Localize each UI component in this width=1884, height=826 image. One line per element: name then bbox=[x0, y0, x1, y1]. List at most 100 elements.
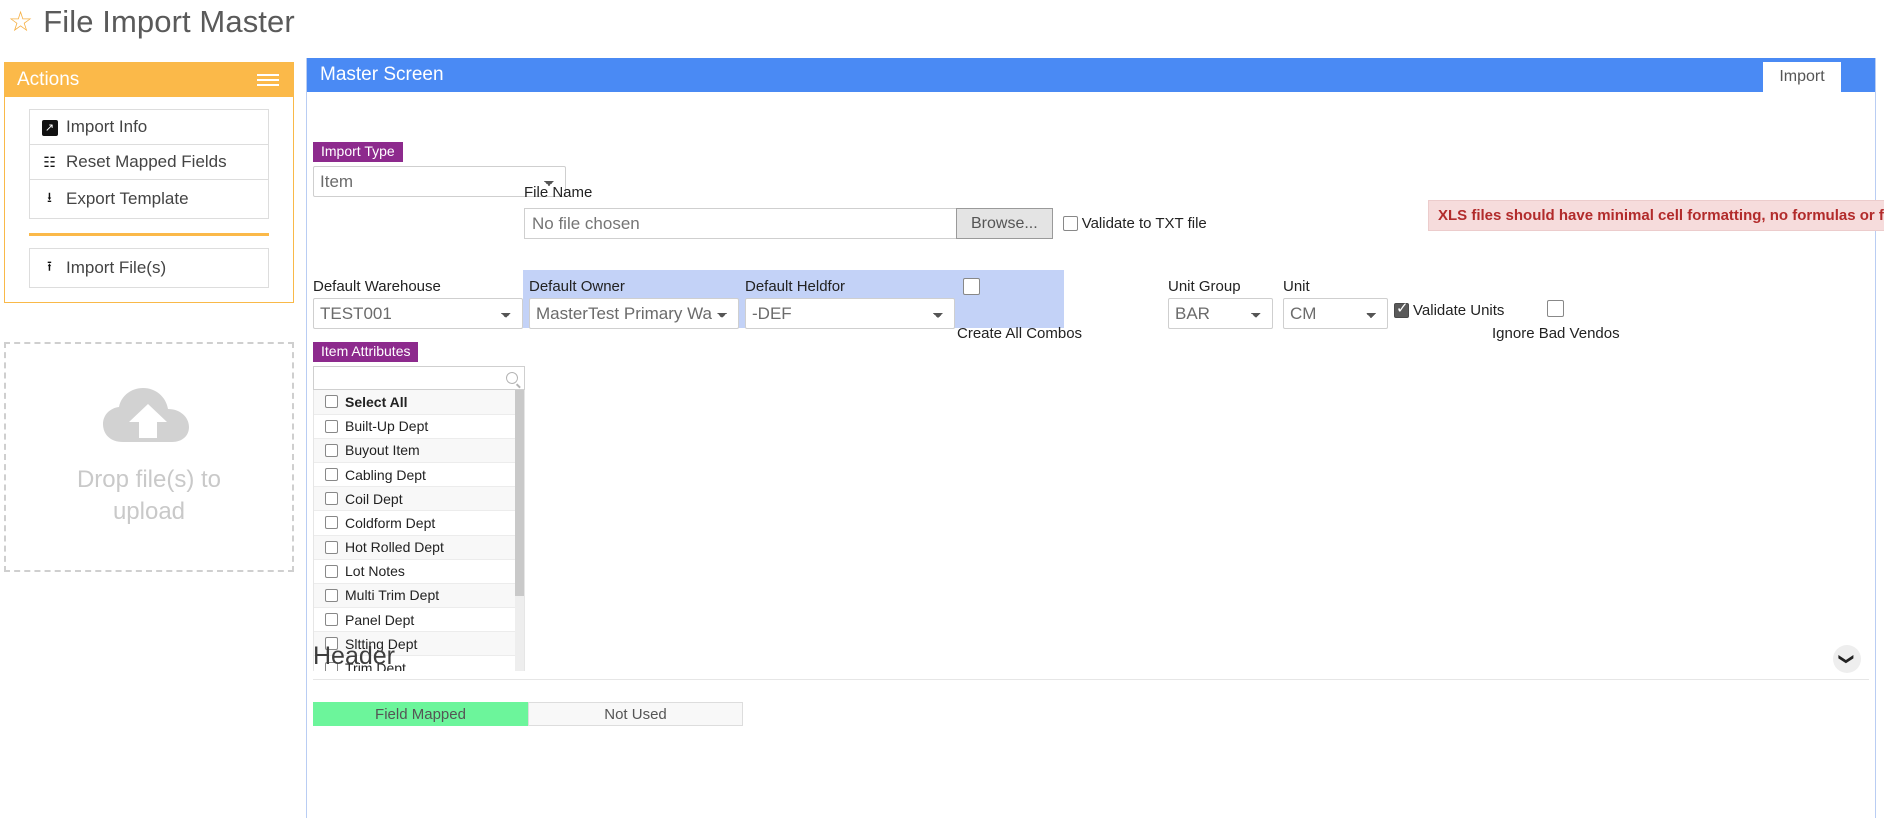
cloud-upload-icon bbox=[101, 386, 197, 444]
legend-label: Field Mapped bbox=[375, 705, 466, 723]
item-attribute-checkbox[interactable] bbox=[325, 492, 338, 506]
action-label: Reset Mapped Fields bbox=[66, 152, 227, 171]
validate-units-group: Validate Units bbox=[1394, 301, 1505, 319]
master-screen-panel: Master Screen Import Import Type Item Fi… bbox=[306, 58, 1884, 818]
actions-panel-header: Actions bbox=[5, 63, 293, 97]
item-attribute-checkbox[interactable] bbox=[325, 540, 338, 554]
file-name-input[interactable] bbox=[524, 208, 956, 239]
item-attributes-scrollbar[interactable] bbox=[515, 390, 524, 672]
item-attribute-label: Buyout Item bbox=[345, 442, 420, 459]
create-all-combos-label: Create All Combos bbox=[957, 325, 1083, 342]
ignore-bad-vendors-checkbox[interactable] bbox=[1547, 300, 1565, 317]
create-all-combos-checkbox[interactable] bbox=[963, 278, 980, 295]
unit-group-select[interactable]: BAR bbox=[1168, 298, 1273, 329]
owner-heldfor-highlight-group: Default Owner MasterTest Primary Warehou… bbox=[523, 270, 1082, 342]
header-section: Header ❯ Field Mapped Not Used bbox=[313, 642, 1869, 726]
item-attribute-row[interactable]: Multi Trim Dept bbox=[314, 583, 524, 609]
actions-divider bbox=[29, 233, 269, 236]
item-attribute-row[interactable]: Coldform Dept bbox=[314, 511, 524, 536]
item-attributes-panel: Item Attributes Select All Built-Up Dept B… bbox=[313, 342, 525, 672]
header-section-title: Header bbox=[313, 642, 395, 670]
file-dropzone[interactable]: Drop file(s) to upload bbox=[4, 342, 294, 572]
action-import-info[interactable]: ↗ Import Info bbox=[30, 110, 268, 145]
validate-txt-group: Validate to TXT file bbox=[1062, 208, 1207, 239]
page-title: ☆ File Import Master bbox=[8, 4, 295, 40]
item-attributes-tag: Item Attributes bbox=[313, 342, 419, 363]
default-owner-label: Default Owner bbox=[529, 278, 625, 295]
default-heldfor-label: Default Heldfor bbox=[745, 278, 846, 295]
item-attribute-checkbox[interactable] bbox=[325, 395, 338, 409]
validate-units-label: Validate Units bbox=[1413, 302, 1505, 319]
hamburger-icon[interactable] bbox=[257, 74, 279, 86]
item-attribute-row[interactable]: Coil Dept bbox=[314, 487, 524, 512]
ignore-bad-vendors-group: Ignore Bad Vendos bbox=[1492, 300, 1620, 342]
action-reset-mapped-fields[interactable]: ☷ Reset Mapped Fields bbox=[30, 145, 268, 180]
default-warehouse-select[interactable]: TEST001 bbox=[313, 298, 523, 329]
item-attribute-label: Lot Notes bbox=[345, 563, 405, 580]
actions-panel-body: ↗ Import Info ☷ Reset Mapped Fields ⭳ Ex… bbox=[5, 97, 293, 302]
external-link-icon: ↗ bbox=[40, 118, 59, 136]
item-attributes-search-input[interactable] bbox=[314, 368, 506, 389]
default-owner-group: Default Owner MasterTest Primary Warehou… bbox=[529, 278, 739, 329]
item-attribute-checkbox[interactable] bbox=[325, 443, 338, 457]
unit-group: Unit CM bbox=[1283, 278, 1388, 329]
legend-field-mapped[interactable]: Field Mapped bbox=[313, 702, 528, 726]
default-owner-select[interactable]: MasterTest Primary Warehouse bbox=[529, 298, 739, 329]
star-outline-icon[interactable]: ☆ bbox=[8, 8, 33, 36]
item-attribute-row[interactable]: Panel Dept bbox=[314, 608, 524, 633]
actions-panel: Actions ↗ Import Info ☷ Reset Mapped Fie… bbox=[4, 62, 294, 303]
item-attribute-row[interactable]: Built-Up Dept bbox=[314, 415, 524, 439]
download-icon: ⭳ bbox=[47, 189, 52, 205]
action-label: Import Info bbox=[66, 117, 148, 136]
unit-label: Unit bbox=[1283, 278, 1310, 295]
actions-header-label: Actions bbox=[17, 69, 80, 90]
browse-button-label: Browse... bbox=[971, 214, 1038, 232]
validate-txt-checkbox[interactable] bbox=[1062, 216, 1078, 231]
default-warehouse-group: Default Warehouse TEST001 bbox=[313, 278, 523, 329]
browse-button[interactable]: Browse... bbox=[956, 208, 1053, 239]
ignore-bad-vendors-label: Ignore Bad Vendos bbox=[1492, 325, 1620, 342]
dropzone-line1: Drop file(s) to bbox=[76, 465, 222, 493]
item-attribute-label: Built-Up Dept bbox=[345, 418, 429, 435]
item-attribute-row[interactable]: Lot Notes bbox=[314, 560, 524, 584]
tab-import[interactable]: Import bbox=[1763, 62, 1841, 92]
app-root: ☆ File Import Master Actions ↗ Import In… bbox=[0, 0, 1884, 826]
default-warehouse-label: Default Warehouse bbox=[313, 278, 441, 295]
item-attribute-row[interactable]: Select All bbox=[314, 390, 524, 415]
item-attribute-label: Cabling Dept bbox=[345, 466, 426, 483]
item-attribute-checkbox[interactable] bbox=[325, 516, 338, 530]
item-attributes-list[interactable]: Select All Built-Up Dept Buyout Item Cablin… bbox=[313, 390, 525, 672]
item-attribute-row[interactable]: Hot Rolled Dept bbox=[314, 535, 524, 560]
item-attribute-label: Coil Dept bbox=[345, 490, 403, 507]
file-name-label-wrap: File Name bbox=[524, 184, 592, 204]
actions-list: ↗ Import Info ☷ Reset Mapped Fields ⭳ Ex… bbox=[29, 109, 269, 219]
legend-label: Not Used bbox=[604, 705, 667, 723]
item-attribute-checkbox[interactable] bbox=[325, 419, 338, 433]
action-label: Import File(s) bbox=[66, 258, 167, 277]
item-attribute-checkbox[interactable] bbox=[325, 564, 338, 578]
tab-import-label: Import bbox=[1779, 68, 1825, 85]
legend-not-used[interactable]: Not Used bbox=[528, 702, 743, 726]
default-heldfor-group: Default Heldfor -DEF bbox=[745, 278, 955, 329]
item-attribute-label: Hot Rolled Dept bbox=[345, 539, 444, 556]
page-title-text: File Import Master bbox=[43, 4, 295, 39]
action-import-files[interactable]: ⭱ Import File(s) bbox=[30, 249, 268, 287]
item-attribute-checkbox[interactable] bbox=[325, 588, 338, 602]
item-attribute-checkbox[interactable] bbox=[325, 613, 338, 627]
header-section-title-row: Header ❯ bbox=[313, 642, 1869, 680]
sitemap-icon: ☷ bbox=[43, 153, 56, 170]
upload-icon: ⭱ bbox=[47, 258, 52, 274]
item-attributes-search[interactable] bbox=[313, 366, 525, 391]
item-attribute-row[interactable]: Buyout Item bbox=[314, 438, 524, 463]
master-screen-header: Master Screen Import bbox=[307, 58, 1875, 92]
search-icon bbox=[506, 372, 518, 385]
item-attribute-row[interactable]: Cabling Dept bbox=[314, 463, 524, 488]
scrollbar-thumb[interactable] bbox=[515, 390, 524, 597]
default-heldfor-select[interactable]: -DEF bbox=[745, 298, 955, 329]
dropzone-line2: upload bbox=[112, 498, 186, 525]
validate-units-checkbox[interactable] bbox=[1394, 301, 1409, 318]
item-attribute-checkbox[interactable] bbox=[325, 468, 338, 482]
chevron-down-icon[interactable]: ❯ bbox=[1833, 645, 1861, 673]
unit-select[interactable]: CM bbox=[1283, 298, 1388, 329]
action-export-template[interactable]: ⭳ Export Template bbox=[30, 180, 268, 219]
